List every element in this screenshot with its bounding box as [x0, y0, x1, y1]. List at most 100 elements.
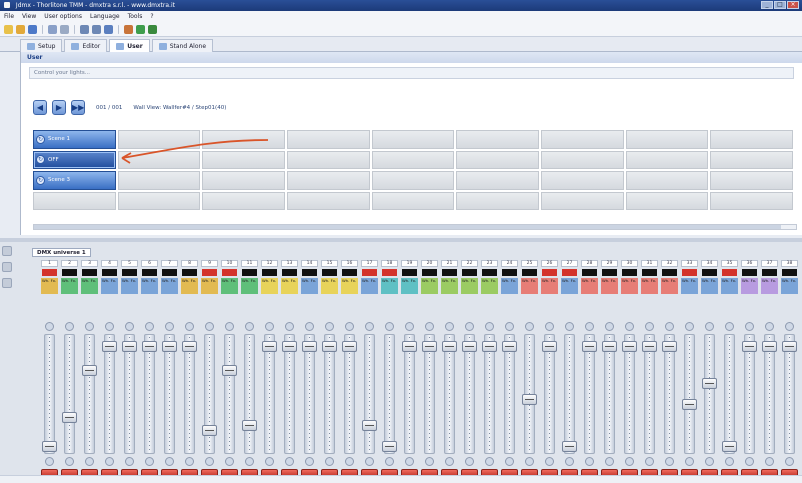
channel-bottom-button[interactable] [485, 457, 494, 466]
fader-track[interactable] [384, 334, 395, 454]
channel-top-button[interactable] [205, 322, 214, 331]
empty-scene-slot[interactable] [710, 150, 793, 169]
open-folder-icon[interactable] [16, 25, 25, 34]
channel-bottom-button[interactable] [685, 457, 694, 466]
empty-scene-slot[interactable] [456, 191, 539, 210]
channel-top-button[interactable] [665, 322, 674, 331]
channel-bottom-button[interactable] [625, 457, 634, 466]
empty-scene-slot[interactable] [710, 130, 793, 149]
scene-button[interactable]: ↻ Scene 1 [33, 130, 116, 149]
channel-top-button[interactable] [685, 322, 694, 331]
fader-track[interactable] [224, 334, 235, 454]
fader-thumb[interactable] [62, 411, 77, 423]
empty-scene-slot[interactable] [456, 130, 539, 149]
fader-thumb[interactable] [542, 341, 557, 353]
fader-thumb[interactable] [742, 341, 757, 353]
empty-scene-slot[interactable] [117, 130, 201, 149]
empty-scene-slot[interactable] [202, 171, 285, 190]
tab-stand-alone[interactable]: Stand Alone [151, 39, 214, 52]
menu-item-user-options[interactable]: User options [44, 11, 82, 23]
channel-top-button[interactable] [105, 322, 114, 331]
empty-scene-slot[interactable] [202, 150, 285, 169]
empty-scene-slot[interactable] [371, 150, 455, 169]
channel-bottom-button[interactable] [785, 457, 794, 466]
previous-page-button[interactable]: ◀ [33, 100, 47, 115]
save-icon[interactable] [28, 25, 37, 34]
empty-scene-slot[interactable] [33, 191, 116, 210]
empty-scene-slot[interactable] [286, 130, 370, 149]
fader-thumb[interactable] [182, 341, 197, 353]
menu-item-language[interactable]: Language [90, 11, 120, 23]
fader-thumb[interactable] [482, 341, 497, 353]
channel-top-button[interactable] [405, 322, 414, 331]
fader-thumb[interactable] [582, 341, 597, 353]
fader-thumb[interactable] [102, 341, 117, 353]
fader-thumb[interactable] [462, 341, 477, 353]
channel-top-button[interactable] [165, 322, 174, 331]
channel-top-button[interactable] [365, 322, 374, 331]
empty-scene-slot[interactable] [286, 171, 370, 190]
channel-top-button[interactable] [445, 322, 454, 331]
fader-track[interactable] [364, 334, 375, 454]
menu-item-help[interactable]: ? [150, 11, 153, 23]
fader-track[interactable] [64, 334, 75, 454]
fader-thumb[interactable] [202, 425, 217, 437]
channel-top-button[interactable] [725, 322, 734, 331]
fader-thumb[interactable] [442, 341, 457, 353]
channel-bottom-button[interactable] [145, 457, 154, 466]
empty-scene-slot[interactable] [202, 130, 285, 149]
empty-scene-slot[interactable] [371, 171, 455, 190]
channel-top-button[interactable] [265, 322, 274, 331]
channel-bottom-button[interactable] [705, 457, 714, 466]
fader-thumb[interactable] [42, 441, 57, 452]
fader-thumb[interactable] [602, 341, 617, 353]
empty-scene-slot[interactable] [286, 191, 370, 210]
fader-thumb[interactable] [562, 441, 577, 452]
link-tool-icon[interactable] [2, 278, 12, 288]
dmx-universe-tab[interactable]: DMX universe 1 [32, 248, 91, 257]
channel-top-button[interactable] [765, 322, 774, 331]
empty-scene-slot[interactable] [540, 130, 624, 149]
channel-bottom-button[interactable] [165, 457, 174, 466]
fader-thumb[interactable] [522, 393, 537, 405]
channel-bottom-button[interactable] [505, 457, 514, 466]
channel-top-button[interactable] [565, 322, 574, 331]
channel-bottom-button[interactable] [665, 457, 674, 466]
fader-thumb[interactable] [702, 378, 717, 389]
empty-scene-slot[interactable] [540, 150, 624, 169]
empty-scene-slot[interactable] [371, 191, 455, 210]
channel-bottom-button[interactable] [205, 457, 214, 466]
fader-thumb[interactable] [162, 341, 177, 353]
channel-bottom-button[interactable] [465, 457, 474, 466]
fader-thumb[interactable] [642, 341, 657, 353]
channel-top-button[interactable] [785, 322, 794, 331]
channel-top-button[interactable] [225, 322, 234, 331]
pencil-icon[interactable] [124, 25, 133, 34]
fader-thumb[interactable] [622, 341, 637, 353]
fader-thumb[interactable] [682, 399, 697, 410]
channel-top-button[interactable] [385, 322, 394, 331]
fader-track[interactable] [724, 334, 735, 454]
channel-bottom-button[interactable] [425, 457, 434, 466]
channel-bottom-button[interactable] [45, 457, 54, 466]
empty-scene-slot[interactable] [540, 171, 624, 190]
fader-thumb[interactable] [342, 341, 357, 353]
channel-top-button[interactable] [705, 322, 714, 331]
fader-thumb[interactable] [422, 341, 437, 353]
channel-bottom-button[interactable] [405, 457, 414, 466]
fader-thumb[interactable] [402, 341, 417, 353]
channel-top-button[interactable] [425, 322, 434, 331]
cut-icon[interactable] [60, 25, 69, 34]
undo-icon[interactable] [48, 25, 57, 34]
empty-scene-slot[interactable] [456, 171, 539, 190]
channel-bottom-button[interactable] [245, 457, 254, 466]
new-file-icon[interactable] [4, 25, 13, 34]
list-icon[interactable] [92, 25, 101, 34]
fader-thumb[interactable] [302, 341, 317, 353]
channel-bottom-button[interactable] [645, 457, 654, 466]
channel-top-button[interactable] [85, 322, 94, 331]
channel-top-button[interactable] [545, 322, 554, 331]
channel-bottom-button[interactable] [125, 457, 134, 466]
fader-track[interactable] [704, 334, 715, 454]
channel-bottom-button[interactable] [85, 457, 94, 466]
